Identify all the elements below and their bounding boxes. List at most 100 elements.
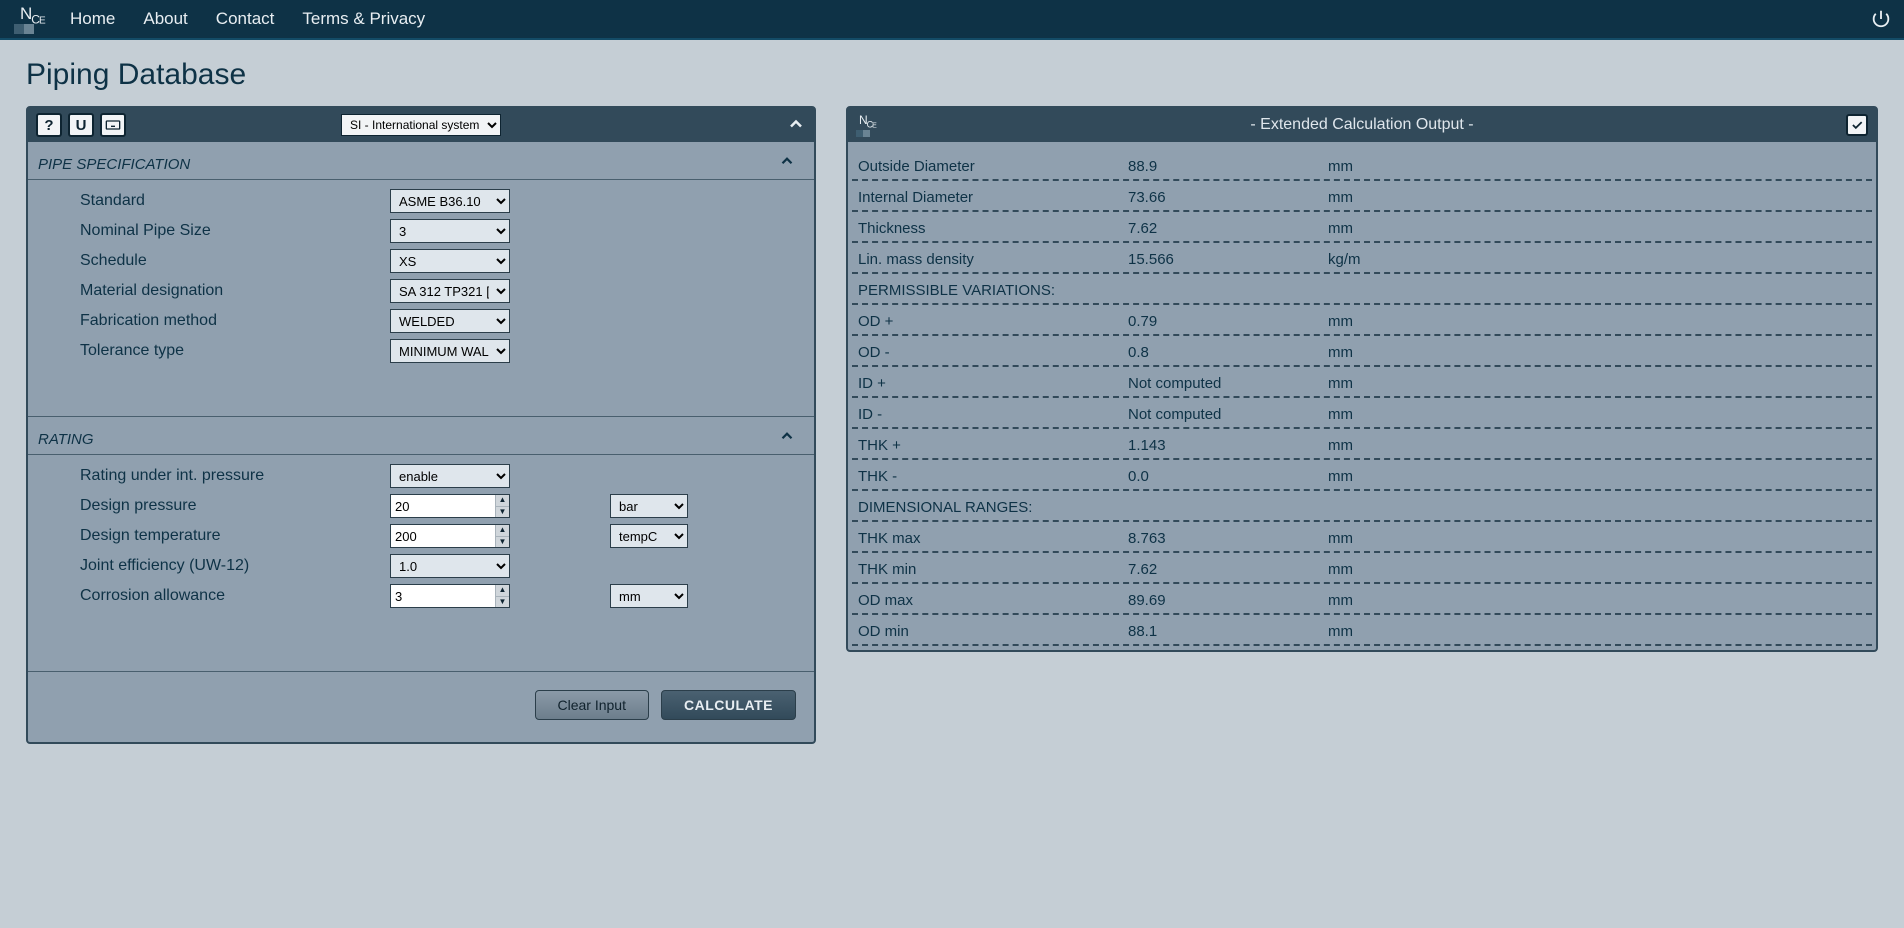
section-pipe-spec-body: Standard ASME B36.10 Nominal Pipe Size 3… — [28, 180, 814, 417]
output-value: 15.566 — [1128, 251, 1328, 268]
output-row: Lin. mass density15.566kg/m — [852, 243, 1872, 274]
output-value: 73.66 — [1128, 189, 1328, 206]
output-label: ID + — [858, 375, 1128, 392]
output-unit: mm — [1328, 561, 1866, 578]
output-unit: mm — [1328, 189, 1866, 206]
page-title: Piping Database — [26, 58, 1878, 92]
output-row: THK +1.143mm — [852, 429, 1872, 460]
output-check-button[interactable] — [1846, 114, 1868, 136]
output-value: 7.62 — [1128, 220, 1328, 237]
output-unit: mm — [1328, 344, 1866, 361]
site-logo: NCE — [12, 3, 50, 35]
output-value: 1.143 — [1128, 437, 1328, 454]
intpressure-label: Rating under int. pressure — [80, 467, 390, 485]
output-value: 89.69 — [1128, 592, 1328, 609]
output-unit: mm — [1328, 406, 1866, 423]
nav-terms[interactable]: Terms & Privacy — [302, 9, 425, 29]
nav-about[interactable]: About — [143, 9, 187, 29]
clear-input-button[interactable]: Clear Input — [535, 690, 649, 720]
output-label: THK + — [858, 437, 1128, 454]
spinner-arrows-icon[interactable]: ▲▼ — [495, 495, 509, 517]
output-section-header: PERMISSIBLE VARIATIONS: — [852, 274, 1872, 305]
tolerance-select[interactable]: MINIMUM WALL — [390, 339, 510, 363]
output-unit: mm — [1328, 623, 1866, 640]
collapse-rating-icon[interactable] — [778, 427, 796, 449]
calculate-button[interactable]: CALCULATE — [661, 690, 796, 720]
fabrication-select[interactable]: WELDED — [390, 309, 510, 333]
unit-button[interactable]: U — [68, 113, 94, 137]
power-icon[interactable] — [1870, 8, 1892, 30]
output-label: Thickness — [858, 220, 1128, 237]
collapse-panel-icon[interactable] — [786, 114, 806, 137]
corrosion-label: Corrosion allowance — [80, 587, 390, 605]
spinner-arrows-icon[interactable]: ▲▼ — [495, 585, 509, 607]
keyboard-button[interactable] — [100, 113, 126, 137]
output-label: OD - — [858, 344, 1128, 361]
intpressure-select[interactable]: enable — [390, 464, 510, 488]
nps-label: Nominal Pipe Size — [80, 222, 390, 240]
output-label: OD min — [858, 623, 1128, 640]
output-label: THK min — [858, 561, 1128, 578]
spinner-arrows-icon[interactable]: ▲▼ — [495, 525, 509, 547]
output-row: THK max8.763mm — [852, 522, 1872, 553]
corrosion-unit-select[interactable]: mm — [610, 584, 688, 608]
output-value: 0.8 — [1128, 344, 1328, 361]
nav-home[interactable]: Home — [70, 9, 115, 29]
output-row: ID +Not computedmm — [852, 367, 1872, 398]
output-label: OD max — [858, 592, 1128, 609]
top-navbar: NCE Home About Contact Terms & Privacy — [0, 0, 1904, 40]
output-row: OD +0.79mm — [852, 305, 1872, 336]
output-value: 8.763 — [1128, 530, 1328, 547]
design-pressure-input[interactable] — [390, 494, 510, 518]
output-title: - Extended Calculation Output - — [1250, 116, 1473, 134]
unit-system-select[interactable]: SI - International system — [341, 114, 501, 136]
output-row: Outside Diameter88.9mm — [852, 150, 1872, 181]
output-label: Outside Diameter — [858, 158, 1128, 175]
output-row: OD -0.8mm — [852, 336, 1872, 367]
output-row: Internal Diameter73.66mm — [852, 181, 1872, 212]
material-select[interactable]: SA 312 TP321 [G5] — [390, 279, 510, 303]
collapse-pipe-spec-icon[interactable] — [778, 152, 796, 174]
tolerance-label: Tolerance type — [80, 342, 390, 360]
nav-contact[interactable]: Contact — [216, 9, 275, 29]
output-row: THK min7.62mm — [852, 553, 1872, 584]
output-label: THK max — [858, 530, 1128, 547]
fabrication-label: Fabrication method — [80, 312, 390, 330]
output-value: 88.9 — [1128, 158, 1328, 175]
output-label: ID - — [858, 406, 1128, 423]
output-label: Internal Diameter — [858, 189, 1128, 206]
standard-label: Standard — [80, 192, 390, 210]
standard-select[interactable]: ASME B36.10 — [390, 189, 510, 213]
output-unit: mm — [1328, 437, 1866, 454]
output-unit: mm — [1328, 220, 1866, 237]
output-label: Lin. mass density — [858, 251, 1128, 268]
design-temp-unit-select[interactable]: tempC — [610, 524, 688, 548]
output-unit: mm — [1328, 375, 1866, 392]
joint-eff-select[interactable]: 1.0 — [390, 554, 510, 578]
nps-select[interactable]: 3 — [390, 219, 510, 243]
output-panel: NCE - Extended Calculation Output - Outs… — [846, 106, 1878, 652]
output-row: THK -0.0mm — [852, 460, 1872, 491]
schedule-select[interactable]: XS — [390, 249, 510, 273]
output-unit: mm — [1328, 313, 1866, 330]
output-label: OD + — [858, 313, 1128, 330]
corrosion-input[interactable] — [390, 584, 510, 608]
output-row: ID -Not computedmm — [852, 398, 1872, 429]
output-unit: mm — [1328, 158, 1866, 175]
output-value: Not computed — [1128, 375, 1328, 392]
output-value: 0.79 — [1128, 313, 1328, 330]
design-pressure-unit-select[interactable]: bar — [610, 494, 688, 518]
joint-eff-label: Joint efficiency (UW-12) — [80, 557, 390, 575]
output-value: 0.0 — [1128, 468, 1328, 485]
design-temp-label: Design temperature — [80, 527, 390, 545]
help-button[interactable]: ? — [36, 113, 62, 137]
input-panel: ? U SI - International system PIPE SPECI… — [26, 106, 816, 744]
section-rating-body: Rating under int. pressure enable Design… — [28, 455, 814, 672]
output-value: Not computed — [1128, 406, 1328, 423]
output-row: OD min88.1mm — [852, 615, 1872, 646]
output-unit: mm — [1328, 530, 1866, 547]
output-value: 88.1 — [1128, 623, 1328, 640]
output-row: Thickness7.62mm — [852, 212, 1872, 243]
output-label: THK - — [858, 468, 1128, 485]
design-temp-input[interactable] — [390, 524, 510, 548]
